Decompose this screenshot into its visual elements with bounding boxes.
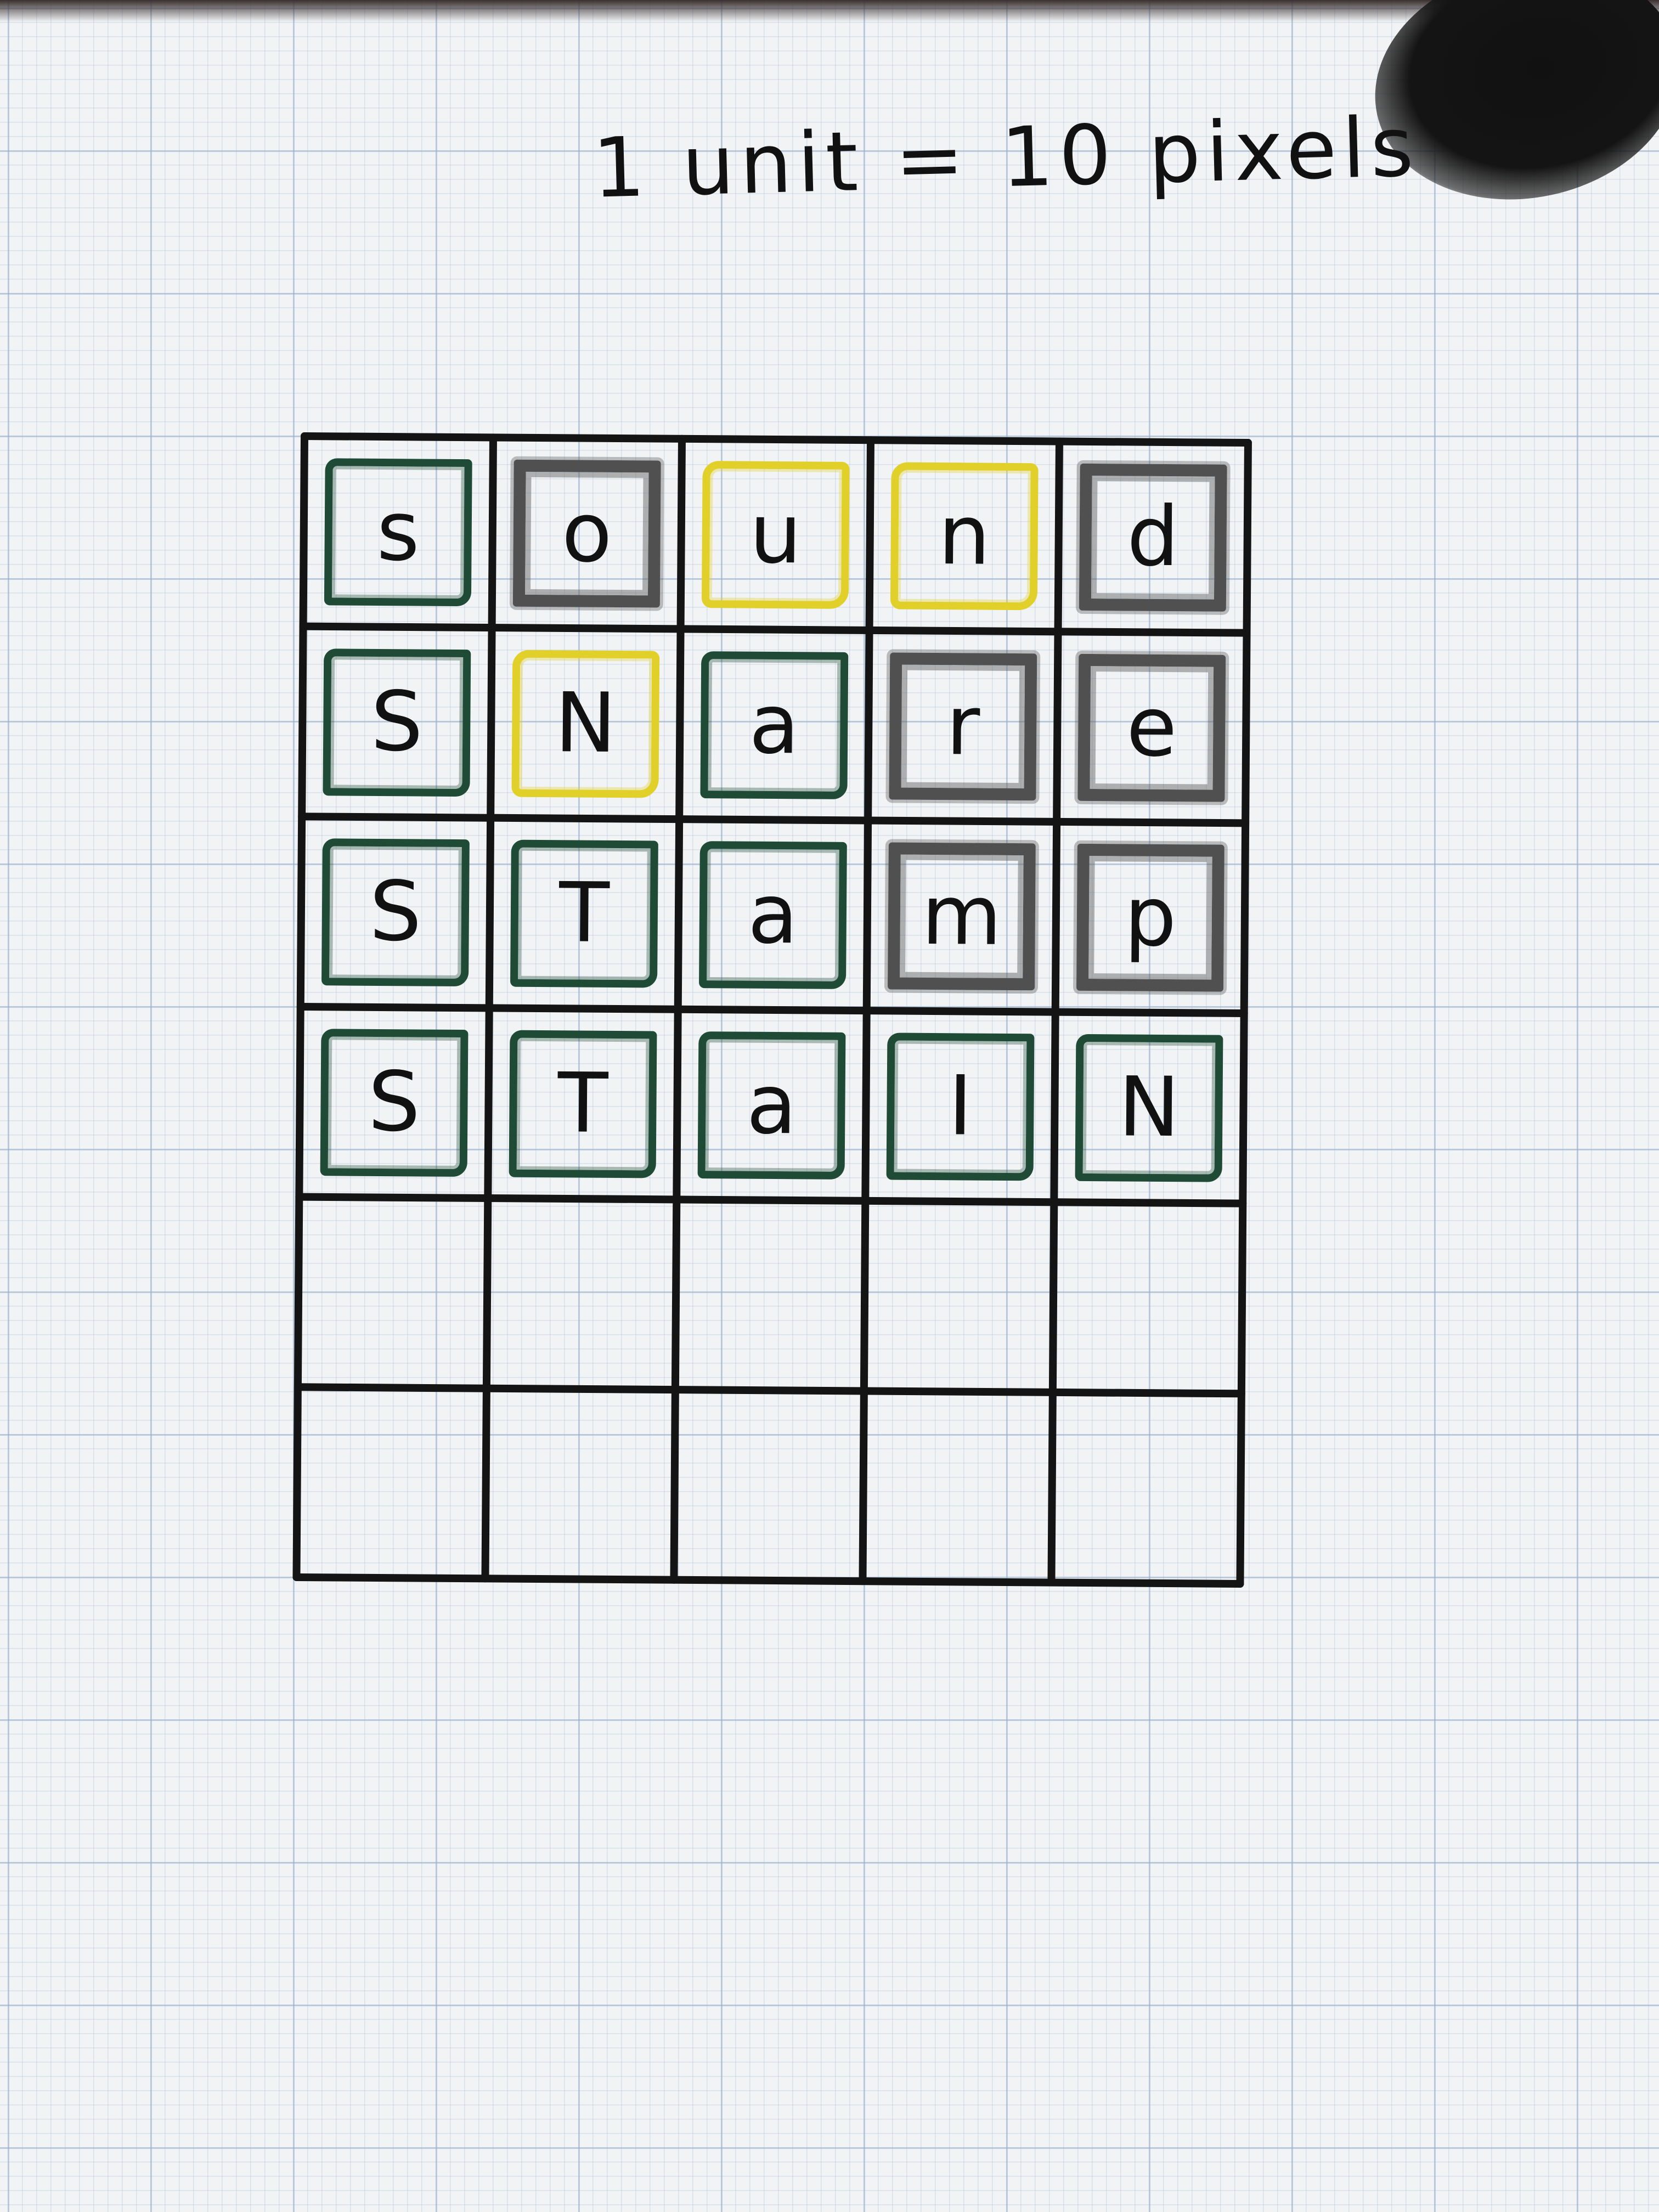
wordle-grid: s o u n d S Na r e S Ta m p S Ta I N bbox=[292, 432, 1252, 1588]
grid-cell: a bbox=[679, 629, 869, 820]
tile-letter: I bbox=[947, 1058, 973, 1154]
grid-cell: S bbox=[301, 816, 490, 1007]
grid-cell bbox=[1051, 1392, 1241, 1583]
tile-letter: T bbox=[557, 1056, 608, 1152]
grid-cell: n bbox=[870, 440, 1059, 631]
tile-letter: N bbox=[1118, 1059, 1181, 1156]
grid-cell: e bbox=[1057, 631, 1246, 822]
grid-cell: N bbox=[490, 628, 680, 819]
tile-letter: d bbox=[1126, 489, 1180, 585]
grid-cell: T bbox=[489, 818, 679, 1009]
tile-letter: r bbox=[945, 678, 980, 774]
tile-letter: a bbox=[747, 866, 799, 963]
grid-cell: N bbox=[1054, 1012, 1244, 1203]
grid-cell: d bbox=[1058, 442, 1248, 633]
tile-letter: a bbox=[748, 676, 800, 772]
grid-cell: r bbox=[868, 630, 1058, 821]
tile-letter: T bbox=[558, 865, 610, 962]
grid-cell: T bbox=[488, 1008, 678, 1199]
grid-cell: p bbox=[1056, 822, 1245, 1013]
grid-cell bbox=[675, 1199, 865, 1390]
grid-cell: I bbox=[865, 1011, 1055, 1201]
grid-cell bbox=[487, 1198, 676, 1389]
grid-cell bbox=[298, 1197, 488, 1388]
tile-letter: s bbox=[376, 483, 420, 580]
grid-cell: s bbox=[303, 436, 493, 627]
grid-cell bbox=[862, 1391, 1052, 1582]
graph-paper: 1 unit = 10 pixels s o u n d S Na r e S Ta m p S Ta I N bbox=[0, 0, 1659, 2212]
grid-cell bbox=[674, 1390, 864, 1581]
grid-cell bbox=[296, 1387, 486, 1578]
grid-cell bbox=[864, 1201, 1054, 1392]
tile-letter: S bbox=[369, 864, 422, 960]
tile-letter: S bbox=[370, 674, 424, 770]
tile-letter: n bbox=[938, 488, 991, 584]
tile-letter: o bbox=[561, 485, 613, 581]
grid-cell: S bbox=[302, 627, 492, 817]
tile-letter: a bbox=[746, 1057, 798, 1153]
grid-cell: m bbox=[867, 821, 1057, 1012]
tile-letter: S bbox=[368, 1054, 421, 1150]
tile-letter: e bbox=[1126, 679, 1178, 775]
scale-note: 1 unit = 10 pixels bbox=[591, 99, 1420, 217]
tile-letter: m bbox=[921, 868, 1002, 964]
grid-cell bbox=[1053, 1202, 1243, 1393]
grid-cell: o bbox=[492, 437, 682, 628]
tile-letter: N bbox=[554, 675, 617, 771]
grid-cell: a bbox=[678, 819, 868, 1010]
grid-cell: a bbox=[676, 1009, 866, 1200]
grid-cell bbox=[485, 1389, 675, 1579]
tile-letter: u bbox=[749, 486, 802, 583]
grid-cell: u bbox=[681, 439, 871, 630]
grid-cell: S bbox=[299, 1007, 489, 1198]
tile-letter: p bbox=[1124, 869, 1177, 966]
